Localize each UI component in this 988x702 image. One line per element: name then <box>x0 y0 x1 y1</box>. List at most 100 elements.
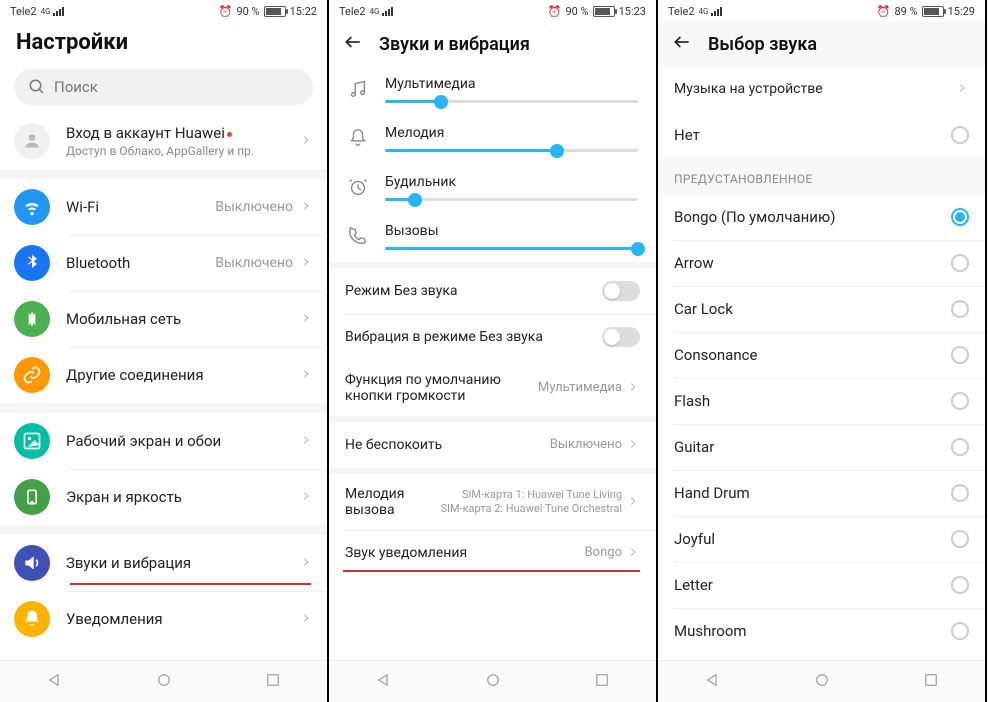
settings-item-sound[interactable]: Звуки и вибрация <box>0 535 327 591</box>
back-nav-icon[interactable] <box>375 671 393 693</box>
clock-time: 15:22 <box>290 5 317 18</box>
sound-option[interactable]: Mushroom <box>658 608 985 654</box>
sound-option[interactable]: Consonance <box>658 332 985 378</box>
settings-item-bell[interactable]: Уведомления <box>0 591 327 647</box>
dnd-row[interactable]: Не беспокоить Выключено <box>329 422 656 468</box>
bell2-icon <box>347 127 369 149</box>
page-title: Звуки и вибрация <box>379 34 530 55</box>
back-arrow-icon[interactable] <box>672 32 692 56</box>
slider-track[interactable] <box>385 100 638 103</box>
slider-track[interactable] <box>385 149 638 152</box>
music-on-device-row[interactable]: Музыка на устройстве <box>658 66 985 112</box>
home-nav-icon[interactable] <box>484 671 502 693</box>
chevron-right-icon <box>299 488 313 507</box>
wifi-icon <box>14 189 50 225</box>
sound-option[interactable]: Flash <box>658 378 985 424</box>
status-bar: Tele2 4G ⏰ 89 % 15:29 <box>658 0 985 22</box>
switch-icon[interactable] <box>602 327 640 347</box>
volume-slider-bell2[interactable]: Мелодия <box>329 115 656 164</box>
carrier-label: Tele2 <box>10 5 37 18</box>
settings-item-link[interactable]: Другие соединения <box>0 347 327 403</box>
volume-slider-music[interactable]: Мультимедиа <box>329 66 656 115</box>
back-nav-icon[interactable] <box>46 671 64 693</box>
chevron-right-icon <box>299 254 313 273</box>
battery-percent: 90 % <box>236 5 259 18</box>
recent-nav-icon[interactable] <box>264 671 282 693</box>
chevron-right-icon <box>626 379 640 398</box>
network-type: 4G <box>699 7 709 16</box>
sound-label: Bongo (По умолчанию) <box>674 208 835 226</box>
radio-icon <box>951 392 969 410</box>
notification-sound-row[interactable]: Звук уведомления Bongo <box>329 530 656 576</box>
highlight-underline <box>70 583 311 585</box>
select-sound-panel: Tele2 4G ⏰ 89 % 15:29 Выбор звука Музыка… <box>658 0 987 702</box>
settings-item-image[interactable]: Рабочий экран и обои <box>0 413 327 469</box>
search-input[interactable]: Поиск <box>14 69 313 105</box>
clock-time: 15:29 <box>948 5 975 18</box>
radio-icon <box>951 208 969 226</box>
nav-bar <box>0 660 327 702</box>
sound-label: Hand Drum <box>674 484 750 502</box>
settings-item-wifi[interactable]: Wi-Fi Выключено <box>0 179 327 235</box>
radio-icon <box>951 622 969 640</box>
dnd-label: Не беспокоить <box>345 437 550 453</box>
radio-icon <box>951 576 969 594</box>
sound-option[interactable]: Bongo (По умолчанию) <box>658 194 985 240</box>
recent-nav-icon[interactable] <box>922 671 940 693</box>
chevron-right-icon <box>955 80 969 99</box>
sound-label: Car Lock <box>674 300 733 318</box>
sound-label: Letter <box>674 576 713 594</box>
back-nav-icon[interactable] <box>704 671 722 693</box>
volume-slider-alarm[interactable]: Будильник <box>329 164 656 213</box>
item-value: Выключено <box>215 198 293 216</box>
item-label: Мобильная сеть <box>66 310 299 328</box>
sound-option[interactable]: Arrow <box>658 240 985 286</box>
battery-icon <box>922 6 944 17</box>
sound-option[interactable]: Letter <box>658 562 985 608</box>
settings-item-mobile[interactable]: Мобильная сеть <box>0 291 327 347</box>
back-arrow-icon[interactable] <box>343 32 363 56</box>
account-title: Вход в аккаунт Huawei <box>66 124 225 142</box>
radio-icon <box>951 530 969 548</box>
sound-option[interactable]: Car Lock <box>658 286 985 332</box>
slider-track[interactable] <box>385 247 638 250</box>
chevron-right-icon <box>299 610 313 629</box>
image-icon <box>14 423 50 459</box>
home-nav-icon[interactable] <box>813 671 831 693</box>
volume-slider-phone[interactable]: Вызовы <box>329 213 656 262</box>
sound-label: Joyful <box>674 530 715 548</box>
network-type: 4G <box>41 7 51 16</box>
huawei-account-row[interactable]: Вход в аккаунт Huawei Доступ в Облако, A… <box>0 113 327 169</box>
settings-item-bluetooth[interactable]: Bluetooth Выключено <box>0 235 327 291</box>
recent-nav-icon[interactable] <box>593 671 611 693</box>
status-bar: Tele2 4G ⏰ 90 % 15:23 <box>329 0 656 22</box>
slider-label: Мелодия <box>385 125 638 141</box>
battery-icon <box>593 6 615 17</box>
none-option[interactable]: Нет <box>658 112 985 158</box>
radio-icon <box>951 300 969 318</box>
item-label: Другие соединения <box>66 366 299 384</box>
page-header: Настройки <box>0 22 327 61</box>
settings-item-brightness[interactable]: Экран и яркость <box>0 469 327 525</box>
radio-icon <box>951 126 969 144</box>
sound-label: Arrow <box>674 254 714 272</box>
alarm-icon <box>347 176 369 198</box>
home-nav-icon[interactable] <box>155 671 173 693</box>
phone-icon <box>347 225 369 247</box>
sound-option[interactable]: Hand Drum <box>658 470 985 516</box>
slider-label: Мультимедиа <box>385 76 638 92</box>
ringtone-row[interactable]: Мелодия вызова SIM-карта 1: Huawei Tune … <box>329 474 656 530</box>
chevron-right-icon <box>626 493 640 512</box>
signal-icon <box>711 6 722 16</box>
alarm-icon: ⏰ <box>877 5 891 18</box>
toggle-row[interactable]: Вибрация в режиме Без звука <box>329 314 656 360</box>
bluetooth-icon <box>14 245 50 281</box>
sound-option[interactable]: Joyful <box>658 516 985 562</box>
toggle-row[interactable]: Режим Без звука <box>329 268 656 314</box>
notification-dot <box>227 132 232 137</box>
volume-default-row[interactable]: Функция по умолчанию кнопки громкости Му… <box>329 360 656 416</box>
sound-option[interactable]: Guitar <box>658 424 985 470</box>
bell-icon <box>14 601 50 637</box>
slider-track[interactable] <box>385 198 638 201</box>
switch-icon[interactable] <box>602 281 640 301</box>
